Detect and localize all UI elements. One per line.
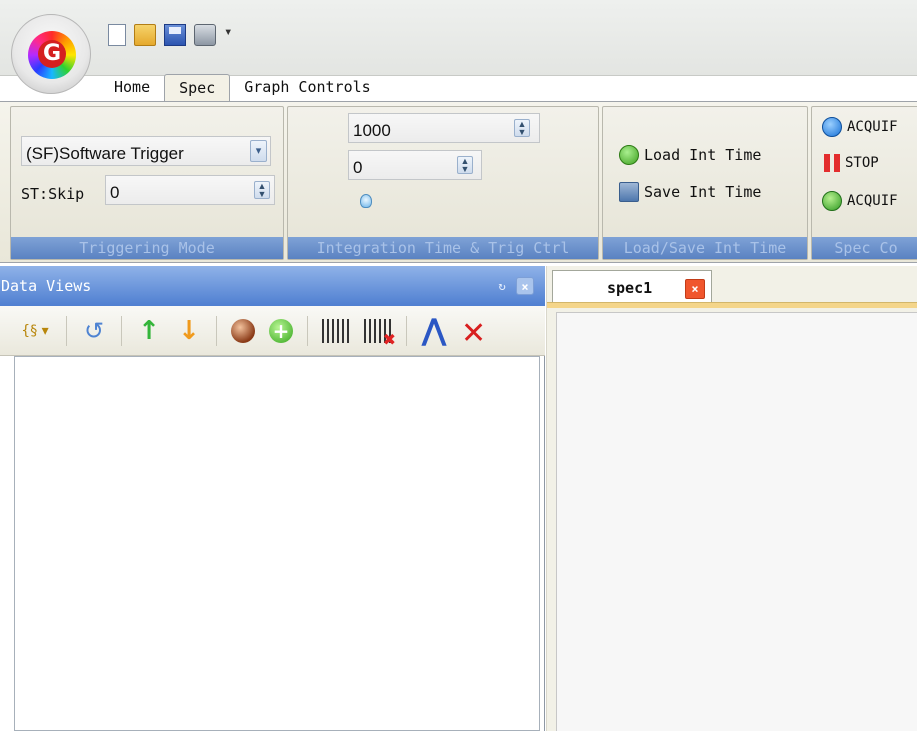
spin-updown-icon[interactable]: ▲ ▼ [254, 181, 270, 199]
move-up-icon[interactable]: ↑ [136, 316, 162, 346]
save-int-time-label: Save Int Time [644, 183, 762, 201]
trigger-mode-select[interactable]: (SF)Software Trigger ▾ [21, 136, 271, 166]
group-caption: Load/Save Int Time [603, 237, 807, 259]
doc-tab-strip [547, 302, 917, 308]
chevron-down-icon[interactable]: ▾ [250, 140, 267, 162]
acquire-label: ACQUIF [847, 119, 898, 135]
tab-graph-controls[interactable]: Graph Controls [230, 74, 384, 102]
clear-peak-icon[interactable] [461, 316, 487, 351]
group-caption: Triggering Mode [11, 237, 283, 259]
tab-home[interactable]: Home [100, 74, 164, 102]
trigger-delay-spinbox[interactable]: 0 ▲ ▼ [348, 150, 482, 180]
save-icon[interactable] [164, 24, 186, 46]
pin-icon[interactable]: ↻ [493, 277, 511, 295]
group-load-save-int-time: Load Int Time Save Int Time Load/Save In… [602, 106, 808, 260]
ribbon: (SF)Software Trigger ▾ ST:Skip 0 ▲ ▼ Trig… [0, 101, 917, 263]
group-caption: Integration Time & Trig Ctrl [288, 237, 598, 259]
skip-label: ST:Skip [21, 185, 85, 203]
trigger-mode-value: (SF)Software Trigger [26, 144, 184, 163]
new-icon[interactable] [108, 24, 126, 46]
load-icon [619, 145, 639, 165]
light-bulb-icon[interactable] [356, 192, 374, 212]
spectrum-view[interactable] [556, 312, 917, 731]
move-down-icon[interactable]: ↓ [176, 316, 202, 346]
data-views-toolbar: {§ ▾ ↺ ↑ ↓ + ⋀ [0, 306, 545, 356]
quick-access-toolbar: ▾ [108, 24, 234, 46]
ribbon-tabs: Home Spec Graph Controls [100, 74, 385, 102]
toolbar-separator [66, 315, 67, 346]
integration-time-spinbox[interactable]: 1000 ▲ ▼ [348, 113, 540, 143]
skip-spinbox[interactable]: 0 ▲ ▼ [105, 175, 275, 205]
stop-label: STOP [845, 155, 879, 171]
app-logo-icon: G [38, 40, 66, 68]
close-icon[interactable]: × [516, 277, 534, 295]
open-icon[interactable] [134, 24, 156, 46]
undo-icon[interactable]: ↺ [81, 317, 107, 345]
save-int-time-button[interactable]: Save Int Time [619, 182, 761, 202]
panel-title: Data Views [1, 277, 92, 295]
toolbar-separator [216, 315, 217, 346]
toolbar-separator [121, 315, 122, 346]
spin-updown-icon[interactable]: ▲ ▼ [457, 156, 473, 174]
acquire-button[interactable]: ACQUIF [822, 117, 898, 137]
spectrum-icon[interactable] [322, 318, 350, 343]
toolbar-separator [406, 315, 407, 346]
stop-button[interactable]: STOP [824, 154, 879, 172]
customize-qat-icon[interactable]: ▾ [224, 24, 234, 46]
continuous-play-icon [822, 191, 842, 211]
data-views-tree[interactable] [14, 356, 540, 731]
play-icon [822, 117, 842, 137]
load-int-time-button[interactable]: Load Int Time [619, 145, 761, 165]
integration-time-value: 1000 [353, 121, 391, 140]
group-triggering-mode: (SF)Software Trigger ▾ ST:Skip 0 ▲ ▼ Trig… [10, 106, 284, 260]
tab-spec1[interactable]: spec1 × [552, 270, 712, 306]
group-spec-control: ACQUIF STOP ACQUIF Spec Co [811, 106, 917, 260]
acquire-continuous-button[interactable]: ACQUIF [822, 191, 898, 211]
trigger-delay-value: 0 [353, 158, 363, 177]
tag-icon[interactable]: {§ ▾ [18, 318, 52, 344]
tab-spec[interactable]: Spec [164, 74, 231, 102]
toolbar-separator [307, 315, 308, 346]
group-caption: Spec Co [812, 237, 917, 259]
panel-header: Data Views ↻ × [0, 266, 545, 306]
ball-icon[interactable] [231, 318, 255, 343]
doc-tab-label: spec1 [607, 279, 653, 297]
document-area: spec1 × [546, 266, 917, 731]
save-disk-icon [619, 182, 639, 202]
clear-spectrum-icon[interactable] [364, 318, 396, 349]
spin-updown-icon[interactable]: ▲ ▼ [514, 119, 530, 137]
data-views-panel: Data Views ↻ × {§ ▾ ↺ ↑ ↓ + ⋀ [0, 266, 545, 731]
print-icon[interactable] [194, 24, 216, 46]
load-int-time-label: Load Int Time [644, 146, 762, 164]
application-menu-button[interactable]: G [11, 14, 91, 94]
close-icon[interactable]: × [685, 279, 705, 299]
peak-icon[interactable]: ⋀ [421, 313, 447, 348]
skip-value: 0 [110, 183, 120, 202]
acquire-continuous-label: ACQUIF [847, 193, 898, 209]
add-icon[interactable]: + [269, 318, 293, 343]
pause-icon [824, 154, 840, 172]
group-integration-time: 1000 ▲ ▼ 0 ▲ ▼ Integration Time & Trig Ctr… [287, 106, 599, 260]
